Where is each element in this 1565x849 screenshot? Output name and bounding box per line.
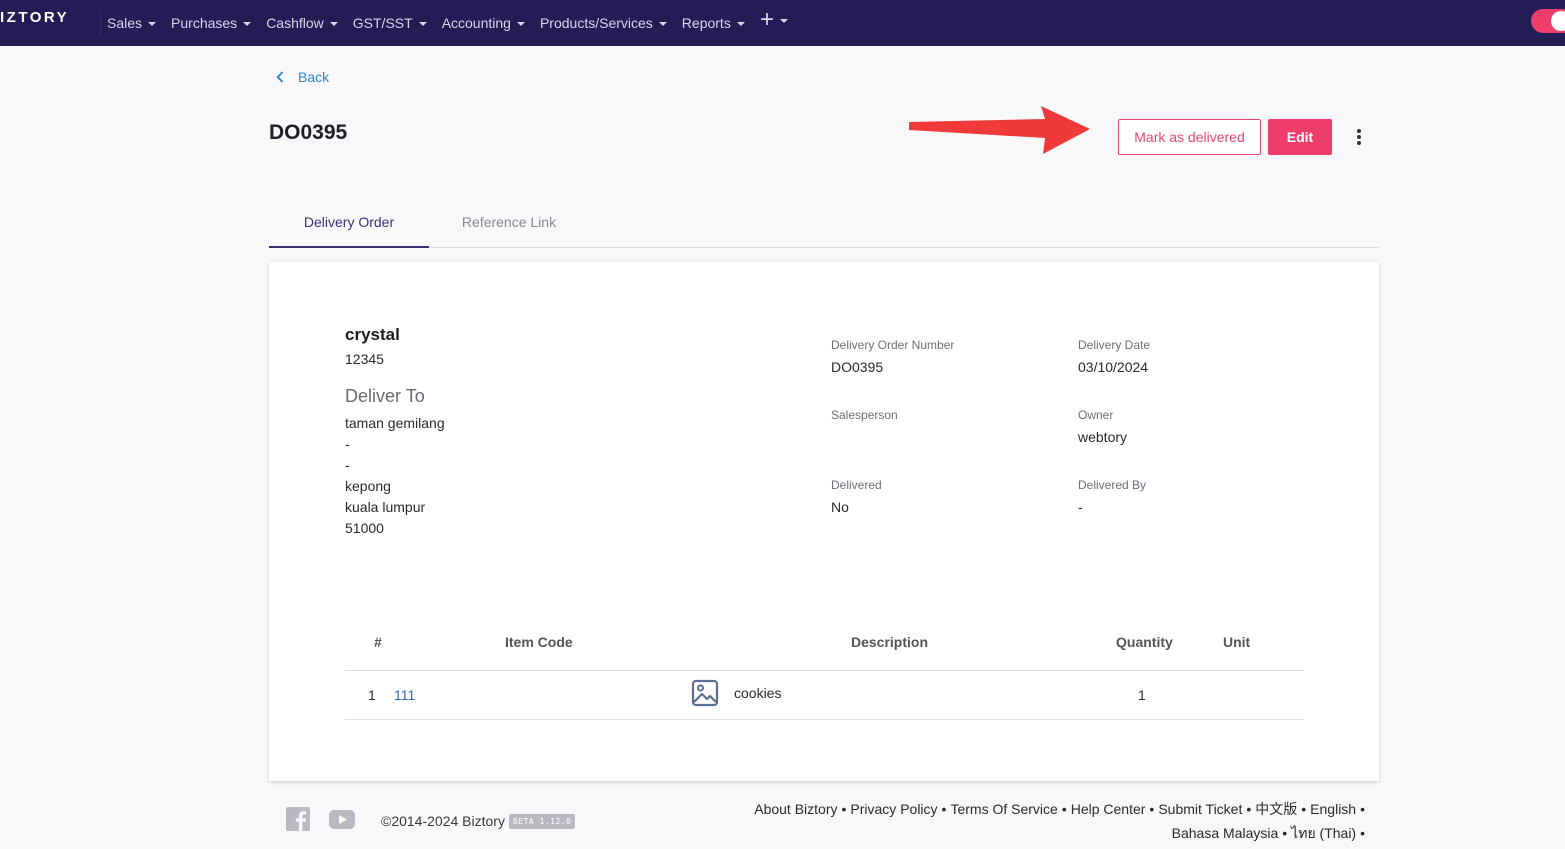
- footer-link-malay[interactable]: Bahasa Malaysia: [1172, 825, 1279, 841]
- mark-as-delivered-button[interactable]: Mark as delivered: [1118, 119, 1261, 155]
- item-quantity: 1: [1138, 687, 1146, 703]
- footer-link-ticket[interactable]: Submit Ticket: [1158, 801, 1242, 817]
- caret-down-icon: [516, 22, 525, 26]
- delivered-by-label: Delivered By: [1078, 478, 1147, 492]
- deliver-to-heading: Deliver To: [345, 386, 425, 406]
- delivered-value: No: [831, 499, 849, 515]
- delivery-date-value: 03/10/2024: [1078, 359, 1149, 375]
- col-header-unit: Unit: [1223, 634, 1251, 650]
- footer-link-help[interactable]: Help Center: [1071, 801, 1146, 817]
- footer-link-english[interactable]: English: [1310, 801, 1356, 817]
- row-number: 1: [368, 687, 376, 703]
- table-header-divider: [345, 670, 1304, 671]
- edit-button[interactable]: Edit: [1268, 119, 1332, 155]
- back-label: Back: [298, 69, 330, 85]
- customer-name[interactable]: crystal: [345, 325, 400, 345]
- facebook-icon[interactable]: [286, 807, 310, 831]
- footer-links-row-2: Bahasa Malaysia • ไทย (Thai) •: [1171, 825, 1365, 841]
- tab-bar: Delivery Order Reference Link: [269, 197, 1379, 248]
- table-row-divider: [345, 719, 1304, 720]
- nav-sales[interactable]: Sales: [107, 15, 157, 31]
- nav-cashflow[interactable]: Cashflow: [266, 15, 338, 31]
- nav-products-services[interactable]: Products/Services: [540, 15, 667, 31]
- delivered-label: Delivered: [831, 478, 882, 492]
- nav-add-menu[interactable]: +: [760, 6, 789, 33]
- top-navbar: IZTORY Sales Purchases Cashflow GST/SST …: [0, 0, 1565, 46]
- brand-logo[interactable]: IZTORY: [0, 9, 69, 26]
- nav-gst-sst[interactable]: GST/SST: [353, 15, 427, 31]
- caret-down-icon: [658, 22, 667, 26]
- copyright-text: ©2014-2024 Biztory: [381, 813, 505, 829]
- nav-purchases[interactable]: Purchases: [171, 15, 252, 31]
- caret-down-icon: [736, 22, 745, 26]
- image-placeholder-icon: [691, 679, 719, 707]
- caret-down-icon: [329, 22, 338, 26]
- caret-down-icon: [243, 22, 252, 26]
- page-title: DO0395: [269, 121, 348, 144]
- main-nav: Sales Purchases Cashflow GST/SST Account…: [107, 0, 760, 46]
- address-line: 51000: [345, 520, 384, 536]
- address-line: -: [345, 457, 350, 473]
- chevron-left-icon: [276, 71, 284, 83]
- address-line: -: [345, 436, 350, 452]
- owner-label: Owner: [1078, 408, 1114, 422]
- do-number-value: DO0395: [831, 359, 884, 375]
- salesperson-label: Salesperson: [831, 408, 898, 422]
- footer-link-thai[interactable]: ไทย (Thai): [1291, 825, 1356, 841]
- col-header-description: Description: [851, 634, 929, 650]
- item-code-link[interactable]: 111: [394, 687, 415, 703]
- footer-link-about[interactable]: About Biztory: [754, 801, 837, 817]
- delivery-order-card: crystal 12345 Deliver To taman gemilang …: [269, 262, 1379, 781]
- customer-code: 12345: [345, 351, 384, 367]
- col-header-quantity: Quantity: [1116, 634, 1173, 650]
- tab-delivery-order[interactable]: Delivery Order: [269, 197, 429, 248]
- footer-link-terms[interactable]: Terms Of Service: [950, 801, 1057, 817]
- caret-down-icon: [418, 22, 427, 26]
- toggle-knob: [1551, 11, 1565, 31]
- version-badge: BETA 1.12.0: [508, 813, 576, 829]
- mode-toggle[interactable]: [1531, 9, 1565, 33]
- delivered-by-value: -: [1078, 499, 1083, 515]
- copyright: ©2014-2024 Biztory BETA 1.12.0: [381, 813, 576, 829]
- address-line: kepong: [345, 478, 391, 494]
- caret-down-icon: [148, 22, 157, 26]
- plus-icon: +: [760, 6, 775, 33]
- delivery-date-label: Delivery Date: [1078, 338, 1151, 352]
- footer-links: About Biztory • Privacy Policy • Terms Of Se…: [749, 797, 1369, 845]
- footer-link-privacy[interactable]: Privacy Policy: [850, 801, 937, 817]
- item-description: cookies: [734, 685, 782, 701]
- back-link[interactable]: Back: [276, 69, 329, 85]
- tab-reference-link[interactable]: Reference Link: [429, 197, 589, 247]
- caret-down-icon: [780, 19, 789, 23]
- nav-accounting[interactable]: Accounting: [442, 15, 525, 31]
- col-header-item-code: Item Code: [505, 634, 573, 650]
- footer-link-chinese[interactable]: 中文版: [1255, 801, 1297, 817]
- youtube-icon[interactable]: [329, 810, 355, 829]
- address-line: taman gemilang: [345, 415, 445, 431]
- owner-value: webtory: [1078, 429, 1128, 445]
- col-header-number: #: [374, 634, 382, 650]
- brand-divider: [100, 10, 101, 36]
- do-number-label: Delivery Order Number: [831, 338, 955, 352]
- annotation-arrow-icon: [909, 106, 1090, 154]
- address-line: kuala lumpur: [345, 499, 426, 515]
- more-options-icon[interactable]: [1350, 126, 1368, 148]
- nav-reports[interactable]: Reports: [682, 15, 745, 31]
- footer-links-row-1: About Biztory • Privacy Policy • Terms Of Se…: [754, 801, 1365, 817]
